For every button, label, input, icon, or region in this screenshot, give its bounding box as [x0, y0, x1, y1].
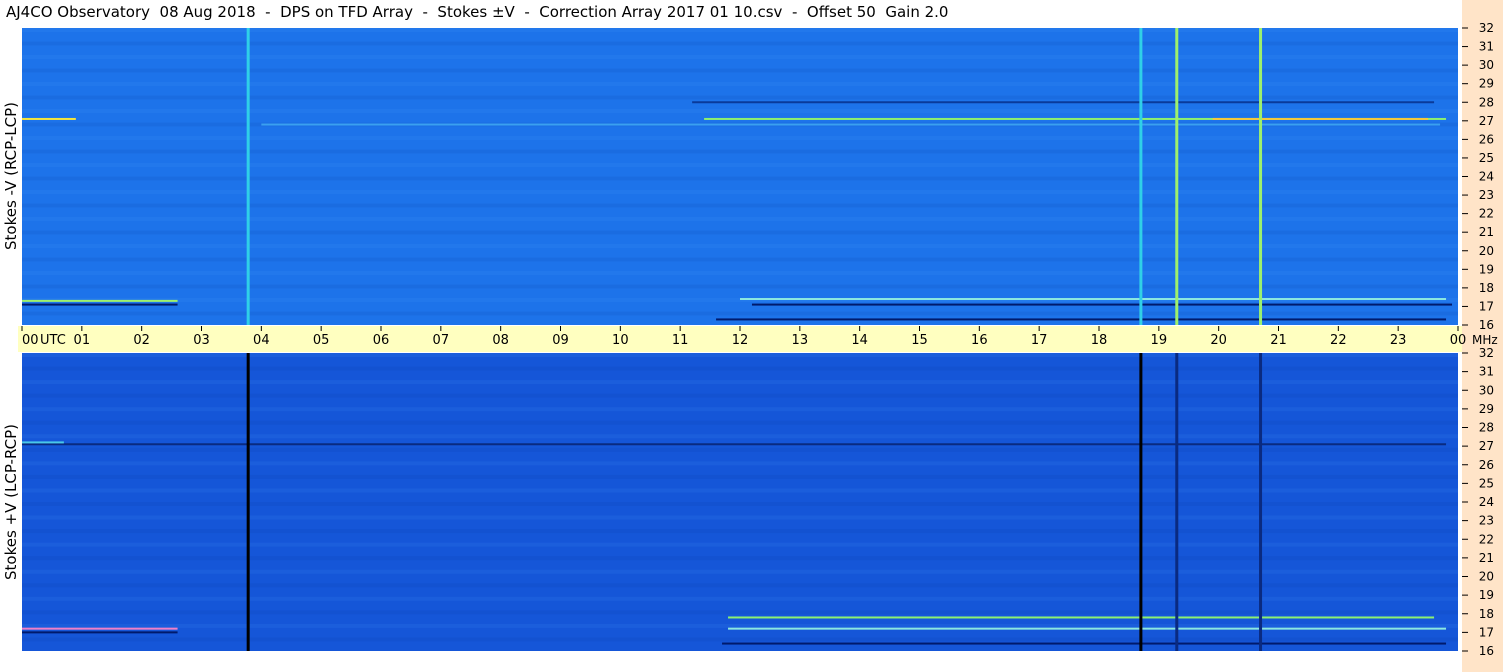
- utc-tick-label: 05: [313, 333, 330, 348]
- utc-tick-label: 15: [911, 333, 928, 348]
- frequency-tick-label: 27: [1479, 114, 1494, 128]
- y-unit-label: MHz: [1472, 333, 1498, 347]
- utc-tick-label: 12: [732, 333, 749, 348]
- frequency-tick-label: 29: [1479, 402, 1494, 416]
- frequency-tick-label: 16: [1479, 644, 1494, 658]
- frequency-tick-label: 22: [1479, 207, 1494, 221]
- frequency-tick-label: 32: [1479, 21, 1494, 35]
- axis-overlay: 16 17 18 19 20 21 22 23 24 25 26 27 28 29 30 31 32 16 17 18…: [21, 21, 1498, 658]
- utc-tick-label: 07: [433, 333, 450, 348]
- frequency-tick-label: 18: [1479, 281, 1494, 295]
- frequency-tick-label: 21: [1479, 225, 1494, 239]
- frequency-tick-label: 17: [1479, 625, 1494, 639]
- utc-tick-label: 00: [22, 333, 39, 348]
- frequency-tick-label: 18: [1479, 607, 1494, 621]
- frequency-tick-label: 32: [1479, 346, 1494, 360]
- frequency-tick-label: 27: [1479, 439, 1494, 453]
- utc-tick-label: 22: [1330, 333, 1347, 348]
- frequency-tick-label: 24: [1479, 170, 1494, 184]
- utc-tick-label: 00: [1450, 333, 1467, 348]
- utc-tick-label: 23: [1390, 333, 1407, 348]
- frequency-tick-label: 25: [1479, 476, 1494, 490]
- utc-tick-label: 14: [851, 333, 868, 348]
- frequency-tick-label: 25: [1479, 151, 1494, 165]
- frequency-tick-label: 19: [1479, 588, 1494, 602]
- utc-tick-label: 09: [552, 333, 569, 348]
- frequency-tick-label: 31: [1479, 365, 1494, 379]
- frequency-tick-label: 23: [1479, 188, 1494, 202]
- x-unit-label: UTC: [40, 333, 66, 348]
- frequency-tick-label: 26: [1479, 458, 1494, 472]
- utc-tick-label: 19: [1151, 333, 1168, 348]
- frequency-tick-label: 29: [1479, 77, 1494, 91]
- frequency-tick-label: 21: [1479, 551, 1494, 565]
- utc-tick-label: 04: [253, 333, 270, 348]
- utc-tick-label: 21: [1270, 333, 1287, 348]
- utc-tick-label: 02: [133, 333, 150, 348]
- frequency-tick-label: 28: [1479, 95, 1494, 109]
- frequency-tick-label: 31: [1479, 40, 1494, 54]
- utc-tick-label: 17: [1031, 333, 1048, 348]
- frequency-tick-label: 24: [1479, 495, 1494, 509]
- utc-tick-label: 10: [612, 333, 629, 348]
- frequency-tick-label: 30: [1479, 58, 1494, 72]
- utc-tick-label: 20: [1210, 333, 1227, 348]
- frequency-tick-label: 19: [1479, 262, 1494, 276]
- frequency-tick-label: 20: [1479, 244, 1494, 258]
- utc-tick-label: 03: [193, 333, 210, 348]
- frequency-tick-label: 20: [1479, 570, 1494, 584]
- utc-tick-label: 06: [373, 333, 390, 348]
- frequency-tick-label: 26: [1479, 132, 1494, 146]
- frequency-tick-label: 17: [1479, 299, 1494, 313]
- frequency-tick-label: 22: [1479, 532, 1494, 546]
- utc-tick-label: 18: [1091, 333, 1108, 348]
- utc-tick-label: 11: [672, 333, 689, 348]
- frequency-tick-label: 28: [1479, 421, 1494, 435]
- utc-tick-label: 16: [971, 333, 988, 348]
- utc-tick-label: 13: [792, 333, 809, 348]
- frequency-tick-label: 23: [1479, 514, 1494, 528]
- utc-tick-label: 01: [74, 333, 91, 348]
- frequency-tick-label: 16: [1479, 318, 1494, 332]
- frequency-tick-label: 30: [1479, 383, 1494, 397]
- utc-tick-label: 08: [492, 333, 509, 348]
